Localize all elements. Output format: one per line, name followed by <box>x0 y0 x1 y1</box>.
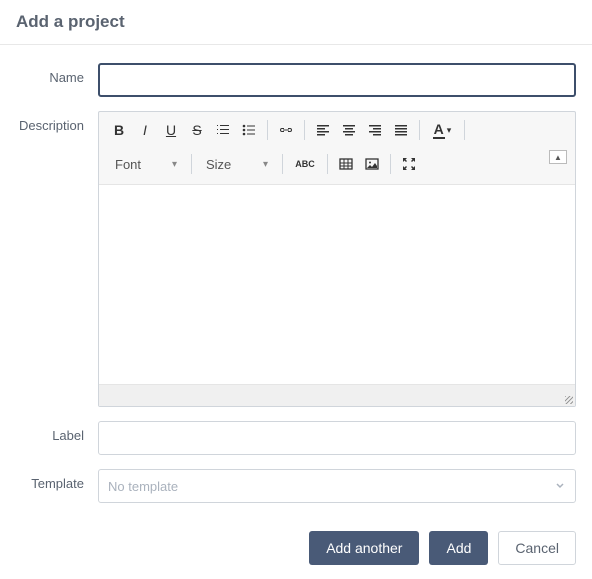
bold-icon[interactable]: B <box>107 118 131 142</box>
label-label: Label <box>16 421 98 443</box>
add-button[interactable]: Add <box>429 531 488 565</box>
editor-toolbar-1: B I U S <box>99 112 575 148</box>
italic-icon[interactable]: I <box>133 118 157 142</box>
toolbar-separator <box>327 154 328 174</box>
toolbar-separator <box>390 154 391 174</box>
maximize-icon[interactable] <box>397 152 421 176</box>
label-template: Template <box>16 469 98 491</box>
toolbar-separator <box>304 120 305 140</box>
label-input[interactable] <box>98 421 576 455</box>
font-family-select[interactable]: Font▾ <box>107 152 185 176</box>
row-template: Template No template <box>16 469 576 503</box>
font-size-select[interactable]: Size▾ <box>198 152 276 176</box>
toolbar-separator <box>464 120 465 140</box>
strikethrough-icon[interactable]: S <box>185 118 209 142</box>
template-select[interactable]: No template <box>98 469 576 503</box>
row-name: Name <box>16 63 576 97</box>
image-icon[interactable] <box>360 152 384 176</box>
resize-handle[interactable] <box>561 392 575 406</box>
spellcheck-icon[interactable]: ABС <box>289 152 321 176</box>
form: Name Description B I U S <box>0 45 592 503</box>
template-placeholder: No template <box>108 479 178 494</box>
row-label: Label <box>16 421 576 455</box>
dialog-actions: Add another Add Cancel <box>0 517 592 579</box>
toolbar-separator <box>419 120 420 140</box>
toolbar-separator <box>282 154 283 174</box>
link-icon[interactable] <box>274 118 298 142</box>
toolbar-separator <box>191 154 192 174</box>
dialog-title: Add a project <box>16 12 576 32</box>
text-color-icon[interactable]: A▾ <box>426 118 458 142</box>
editor-toolbar-2: Font▾ Size▾ ABС <box>99 148 575 184</box>
align-right-icon[interactable] <box>363 118 387 142</box>
align-justify-icon[interactable] <box>389 118 413 142</box>
align-center-icon[interactable] <box>337 118 361 142</box>
underline-icon[interactable]: U <box>159 118 183 142</box>
row-description: Description B I U S <box>16 111 576 407</box>
bullet-list-icon[interactable] <box>237 118 261 142</box>
collapse-toolbar-icon[interactable]: ▲ <box>549 150 567 164</box>
toolbar-separator <box>267 120 268 140</box>
font-label: Font <box>115 157 141 172</box>
align-left-icon[interactable] <box>311 118 335 142</box>
name-input[interactable] <box>98 63 576 97</box>
size-label: Size <box>206 157 231 172</box>
rich-text-editor: B I U S <box>98 111 576 407</box>
cancel-button[interactable]: Cancel <box>498 531 576 565</box>
label-description: Description <box>16 111 98 133</box>
dialog-header: Add a project <box>0 0 592 45</box>
add-another-button[interactable]: Add another <box>309 531 419 565</box>
chevron-down-icon <box>554 479 566 494</box>
label-name: Name <box>16 63 98 85</box>
editor-textarea[interactable] <box>99 184 575 384</box>
numbered-list-icon[interactable] <box>211 118 235 142</box>
table-icon[interactable] <box>334 152 358 176</box>
editor-statusbar <box>99 384 575 406</box>
